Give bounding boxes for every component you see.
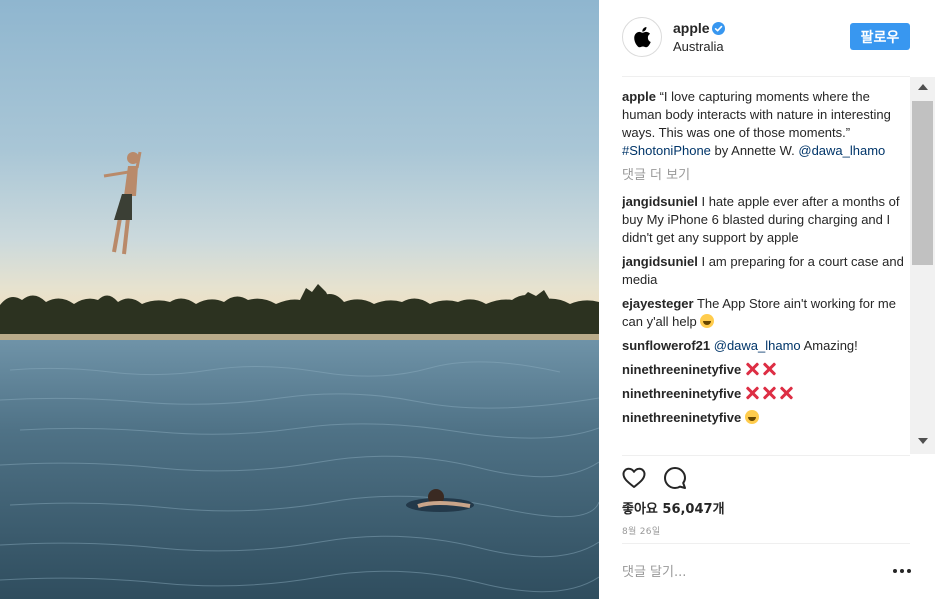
post-photo[interactable] [0,0,599,599]
post-date[interactable]: 8월 26일 [622,524,660,537]
avatar[interactable] [622,17,662,57]
cross-mark-emoji-icon [779,386,793,400]
comment-username[interactable]: ejayesteger [622,296,694,311]
comment-item: jangidsuniel I hate apple ever after a m… [622,193,908,247]
comments-list: apple “I love capturing moments where th… [622,88,908,456]
cross-mark-emoji-icon [745,386,759,400]
follow-button[interactable]: 팔로우 [850,23,910,50]
comment-item: ninethreeninetyfive [622,361,908,379]
caption-hashtag[interactable]: #ShotoniPhone [622,143,711,158]
comment-username[interactable]: jangidsuniel [622,254,698,269]
cross-mark-emoji-icon [762,386,776,400]
post-side-panel: apple Australia 팔로우 apple “I love captur… [599,0,935,599]
likes-count[interactable]: 좋아요 56,047개 [622,498,725,517]
comment-item: sunflowerof21 @dawa_lhamo Amazing! [622,337,908,355]
comment-username[interactable]: ninethreeninetyfive [622,410,741,425]
cross-mark-emoji-icon [762,362,776,376]
comment-item: ejayesteger The App Store ain't working … [622,295,908,331]
comment-username[interactable]: sunflowerof21 [622,338,710,353]
more-dot-icon [907,569,911,573]
more-dot-icon [900,569,904,573]
heart-icon[interactable] [622,466,646,490]
post-photo-illustration [0,151,599,599]
post-caption: apple “I love capturing moments where th… [622,88,908,160]
comment-username[interactable]: ninethreeninetyfive [622,362,741,377]
more-options-button[interactable] [893,566,911,576]
caption-text-middle: by Annette W. [710,143,799,158]
more-dot-icon [893,569,897,573]
caption-username[interactable]: apple [622,89,656,104]
laughing-emoji-icon [744,410,759,424]
post-header: apple Australia 팔로우 [599,0,935,76]
comment-text: Amazing! [803,338,858,353]
apple-logo-icon [634,27,651,48]
comments-scrollbar[interactable] [910,77,935,454]
comment-item: jangidsuniel I am preparing for a court … [622,253,908,289]
account-username[interactable]: apple [673,20,710,36]
scrollbar-thumb[interactable] [912,101,933,265]
post-location[interactable]: Australia [673,39,724,54]
add-comment-input[interactable] [622,562,862,582]
comment-item: ninethreeninetyfive [622,409,908,427]
header-divider [622,76,910,77]
comment-item: ninethreeninetyfive [622,385,908,403]
scroll-down-arrow-icon[interactable] [918,438,928,444]
comment-username[interactable]: jangidsuniel [622,194,698,209]
comment-bubble-icon[interactable] [663,466,687,490]
load-more-comments[interactable]: 댓글 더 보기 [622,167,908,185]
cross-mark-emoji-icon [745,362,759,376]
caption-text: “I love capturing moments where the huma… [622,89,891,140]
laughing-emoji-icon [700,314,715,328]
scroll-up-arrow-icon[interactable] [918,84,928,90]
comment-mention[interactable]: @dawa_lhamo [714,338,801,353]
verified-badge-icon [712,22,725,35]
caption-mention[interactable]: @dawa_lhamo [798,143,885,158]
comment-username[interactable]: ninethreeninetyfive [622,386,741,401]
comment-input-divider [622,543,910,544]
actions-divider [622,455,910,456]
